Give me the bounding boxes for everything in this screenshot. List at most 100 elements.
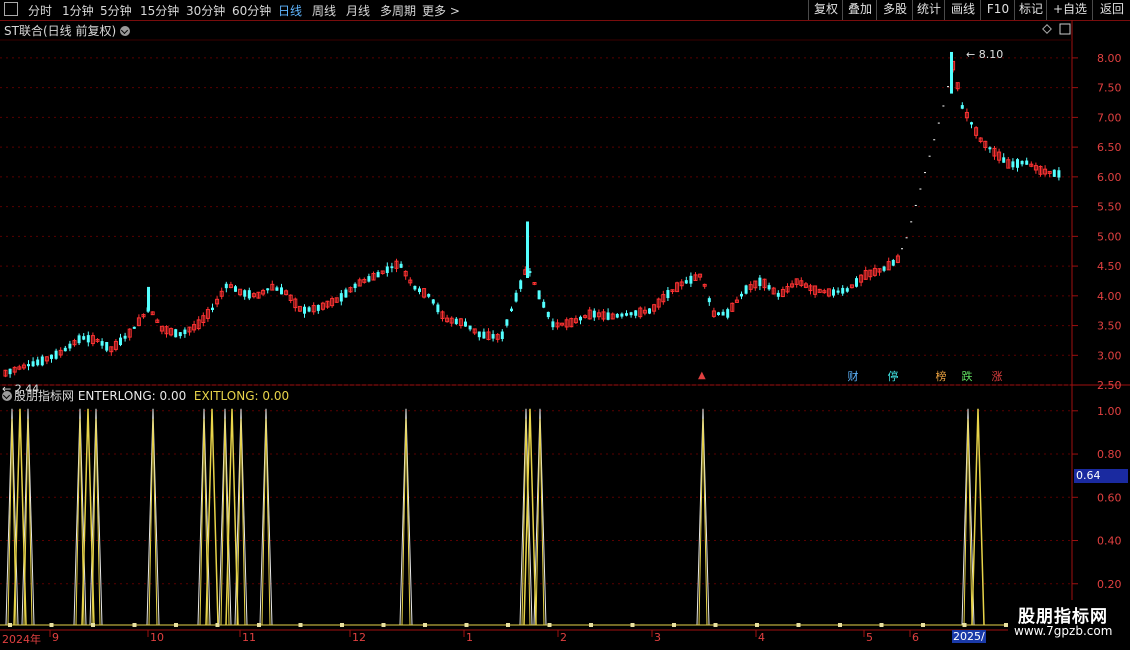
candle-body	[758, 277, 762, 287]
candle-body	[1011, 161, 1015, 168]
candle-body	[427, 293, 431, 297]
candle-body	[721, 311, 725, 316]
candle-body	[615, 313, 619, 318]
candle-body	[399, 263, 403, 268]
indicator-marker	[215, 623, 220, 627]
candle-body	[519, 280, 523, 289]
candle-body	[178, 332, 182, 337]
candle-body	[431, 299, 435, 304]
candle-body	[174, 329, 178, 338]
limit-dot	[914, 204, 917, 206]
candle-body	[1052, 169, 1056, 177]
candle-body	[620, 313, 624, 317]
candle-body	[726, 309, 730, 318]
candle-body	[666, 290, 670, 299]
price-tick-label: 8.00	[1097, 52, 1122, 65]
price-tick-label: 6.00	[1097, 171, 1122, 184]
event-marker-4[interactable]: 涨	[990, 370, 1004, 384]
candle-body	[832, 289, 835, 296]
candle-body	[464, 321, 467, 327]
price-tick-label: 6.50	[1097, 141, 1122, 154]
candle-body	[436, 304, 440, 313]
month-label-4: 4	[758, 631, 765, 644]
limit-dot	[901, 248, 903, 250]
event-marker-0[interactable]: 财	[846, 370, 860, 384]
candle-body	[1016, 159, 1019, 168]
candle-body	[376, 272, 380, 278]
candle-spike	[526, 221, 529, 278]
indicator-name: 股朋指标网	[14, 389, 75, 403]
candle-body	[275, 287, 279, 291]
candle-body	[740, 293, 743, 297]
indicator-marker	[91, 623, 95, 627]
candle-body	[307, 307, 311, 312]
candle-body	[542, 301, 546, 308]
candle-body	[418, 288, 421, 293]
indicator-marker	[381, 623, 386, 627]
candle-body	[63, 347, 67, 352]
candle-body	[744, 285, 748, 294]
candle-body	[776, 292, 780, 297]
candle-body	[845, 288, 849, 292]
price-tick-label: 4.50	[1097, 260, 1122, 273]
candle-body	[882, 266, 886, 271]
candle-body	[339, 293, 343, 302]
month-label-1: 1	[466, 631, 473, 644]
indicator-marker	[547, 623, 552, 627]
event-marker-1[interactable]: 停	[886, 370, 900, 384]
date-year-end: 2025/	[952, 630, 986, 643]
diamond-icon	[1042, 24, 1052, 34]
indicator-title: 股朋指标网 ENTERLONG: 0.00 EXITLONG: 0.00	[2, 387, 289, 404]
event-marker-2[interactable]: 榜	[934, 370, 948, 384]
limit-dot	[947, 86, 949, 88]
candle-body	[988, 147, 992, 150]
month-label-10: 10	[150, 631, 164, 644]
candle-body	[707, 298, 711, 303]
candle-body	[247, 290, 251, 299]
candle-body	[390, 266, 394, 269]
indicator-marker	[298, 623, 303, 627]
indicator-tick-label: 0.20	[1097, 578, 1122, 591]
month-label-9: 9	[52, 631, 59, 644]
candle-body	[413, 285, 417, 290]
candle-body	[77, 335, 81, 344]
candle-body	[82, 336, 86, 340]
candle-body	[367, 276, 371, 282]
event-marker-3[interactable]: 跌	[960, 370, 974, 384]
candle-body	[629, 312, 633, 316]
indicator-marker	[174, 623, 178, 627]
candle-body	[546, 311, 550, 318]
candle-body	[68, 343, 72, 349]
candle-body	[27, 364, 30, 367]
candle-body	[841, 287, 845, 294]
limit-dot	[905, 237, 908, 239]
indicator-tick-label: 0.40	[1097, 535, 1122, 548]
candle-body	[960, 105, 964, 109]
candle-body	[8, 368, 12, 375]
candle-body	[211, 307, 214, 311]
indicator-marker	[879, 623, 884, 627]
candle-body	[491, 334, 495, 339]
candle-body	[123, 335, 127, 339]
candle-body	[510, 308, 513, 312]
enterlong-value: 0.00	[159, 389, 187, 403]
indicator-marker	[506, 623, 510, 627]
candle-body	[40, 356, 44, 366]
candle-body	[648, 308, 651, 314]
indicator-marker	[257, 623, 261, 627]
high-price-label: ← 8.10	[966, 48, 1003, 61]
indicator-marker	[713, 623, 718, 627]
candle-body	[551, 321, 555, 328]
indicator-dropdown-icon[interactable]	[2, 391, 12, 401]
price-tick-label: 7.50	[1097, 82, 1122, 95]
indicator-marker	[423, 623, 427, 627]
indicator-marker	[838, 623, 842, 627]
candle-body	[86, 335, 90, 343]
month-label-3: 3	[654, 631, 661, 644]
candle-body	[836, 290, 840, 293]
candle-body	[280, 287, 283, 295]
candle-body	[855, 278, 858, 287]
limit-dot	[919, 188, 922, 190]
candle-body	[1002, 157, 1006, 163]
watermark-url: www.7gpzb.com	[1014, 624, 1113, 638]
